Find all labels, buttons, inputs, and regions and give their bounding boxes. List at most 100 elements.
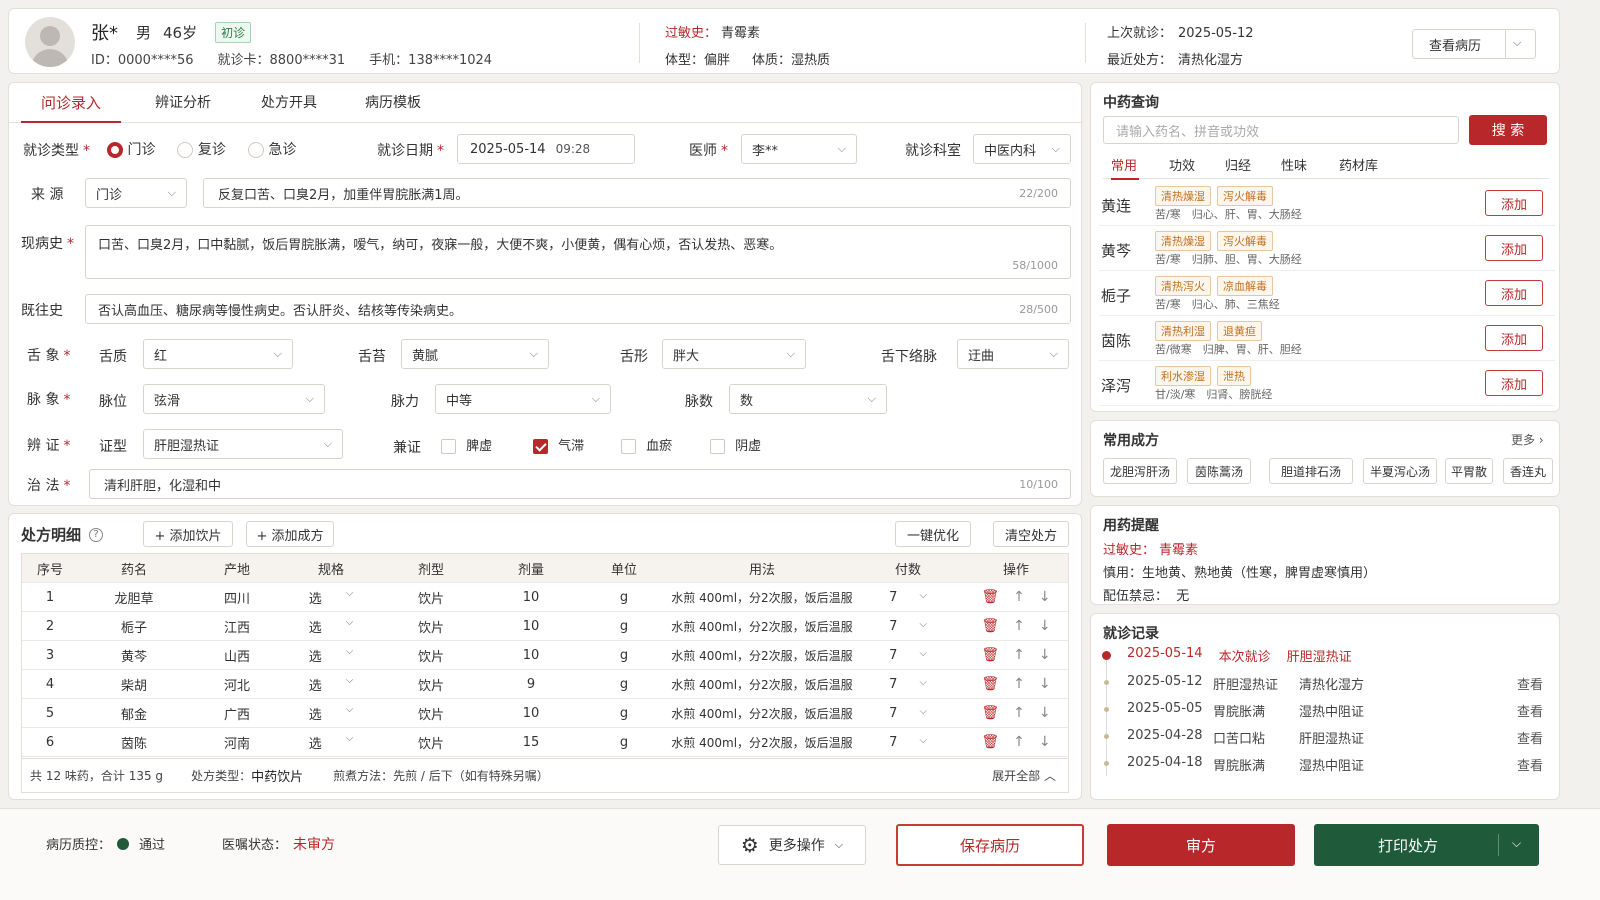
herb-tab-common[interactable]: 常用 [1111,155,1139,180]
add-piece-button[interactable]: + 添加饮片 [143,521,233,547]
trash-icon[interactable]: 🗑 [981,618,999,634]
herb-tab-library[interactable]: 药材库 [1339,155,1378,174]
formula-chip[interactable]: 龙胆泻肝汤 [1103,458,1177,484]
review-button[interactable]: 审方 [1107,824,1295,866]
trash-icon[interactable]: 🗑 [981,734,999,750]
radio-emergency[interactable]: 急诊 [247,139,296,159]
usage-input[interactable]: 水煎 400ml，分2次服，饭后温服 [670,676,854,693]
chevron-down-icon[interactable]: ⌵ [1513,36,1521,50]
arrow-down-icon[interactable]: ↓ [1039,676,1051,692]
arrow-up-icon[interactable]: ↑ [1013,676,1025,692]
count-select[interactable]: 7 ⌵ [854,590,962,605]
chief-complaint-input[interactable]: 反复口苦、口臭2月，加重伴胃脘胀满1周。 22/200 [203,178,1071,208]
count-select[interactable]: 7 ⌵ [854,735,962,750]
dept-select[interactable]: 中医内科 ⌵ [973,134,1071,164]
formula-chip[interactable]: 茵陈蒿汤 [1187,458,1251,484]
view-record-button[interactable]: 查看病历 ⌵ [1412,29,1536,59]
dose-input[interactable]: 10 [484,590,578,605]
herb-tab-property[interactable]: 性味 [1281,155,1307,174]
checkbox-qi-stagnation[interactable]: 气滞 [533,435,584,454]
chevron-down-icon[interactable]: ⌵ [1512,836,1521,851]
add-herb-button[interactable]: 添加 [1485,370,1543,396]
syndrome-type-select[interactable]: 肝胆湿热证 ⌵ [143,429,343,459]
arrow-down-icon[interactable]: ↓ [1039,647,1051,663]
dose-input[interactable]: 10 [484,706,578,721]
spec-select[interactable]: 选 ⌵ [284,646,378,665]
tongue-coat-select[interactable]: 黄腻 ⌵ [401,339,549,369]
arrow-up-icon[interactable]: ↑ [1013,705,1025,721]
optimize-button[interactable]: 一键优化 [895,521,971,547]
history-view-link[interactable]: 查看 [1517,728,1543,747]
more-actions-button[interactable]: ⚙ 更多操作 ⌵ [718,825,866,865]
herb-search-button[interactable]: 搜 索 [1469,115,1547,145]
count-select[interactable]: 7 ⌵ [854,648,962,663]
dose-input[interactable]: 9 [484,677,578,692]
history-view-link[interactable]: 查看 [1517,701,1543,720]
usage-input[interactable]: 水煎 400ml，分2次服，饭后温服 [670,618,854,635]
expand-all-link[interactable]: 展开全部 ︿ [992,767,1056,784]
help-icon[interactable]: ? [89,527,104,542]
save-record-button[interactable]: 保存病历 [896,824,1084,866]
count-select[interactable]: 7 ⌵ [854,677,962,692]
clear-rx-button[interactable]: 清空处方 [993,521,1069,547]
formula-chip[interactable]: 半夏泻心汤 [1363,458,1437,484]
add-formula-button[interactable]: + 添加成方 [246,521,334,547]
arrow-down-icon[interactable]: ↓ [1039,589,1051,605]
usage-input[interactable]: 水煎 400ml，分2次服，饭后温服 [670,734,854,751]
arrow-down-icon[interactable]: ↓ [1039,705,1051,721]
source-select[interactable]: 门诊 ⌵ [85,178,187,208]
formula-chip[interactable]: 平胃散 [1445,458,1493,484]
add-herb-button[interactable]: 添加 [1485,280,1543,306]
checkbox-yin-deficiency[interactable]: 阴虚 [710,435,761,454]
tongue-shape-select[interactable]: 胖大 ⌵ [662,339,806,369]
tab-consult[interactable]: 问诊录入 [21,83,121,123]
arrow-down-icon[interactable]: ↓ [1039,618,1051,634]
trash-icon[interactable]: 🗑 [981,589,999,605]
formulas-more-link[interactable]: 更多 › [1511,431,1544,448]
add-herb-button[interactable]: 添加 [1485,325,1543,351]
usage-input[interactable]: 水煎 400ml，分2次服，饭后温服 [670,705,854,722]
trash-icon[interactable]: 🗑 [981,647,999,663]
radio-outpatient[interactable]: 门诊 [107,139,155,159]
doctor-select[interactable]: 李** ⌵ [741,134,857,164]
herb-tab-meridian[interactable]: 归经 [1225,155,1251,174]
spec-select[interactable]: 选 ⌵ [284,733,378,752]
tab-prescription[interactable]: 处方开具 [239,83,339,123]
checkbox-spleen-deficiency[interactable]: 脾虚 [441,435,492,454]
pulse-rate-select[interactable]: 数 ⌵ [729,384,887,414]
radio-followup[interactable]: 复诊 [177,139,226,159]
arrow-down-icon[interactable]: ↓ [1039,734,1051,750]
history-view-link[interactable]: 查看 [1517,755,1543,774]
tab-template[interactable]: 病历模板 [343,83,443,123]
dose-input[interactable]: 15 [484,735,578,750]
count-select[interactable]: 7 ⌵ [854,706,962,721]
herb-search-input[interactable]: 请输入药名、拼音或功效 [1103,116,1459,144]
pulse-force-select[interactable]: 中等 ⌵ [435,384,611,414]
pulse-position-select[interactable]: 弦滑 ⌵ [143,384,325,414]
dose-input[interactable]: 10 [484,619,578,634]
past-history-input[interactable]: 否认高血压、糖尿病等慢性病史。否认肝炎、结核等传染病史。 28/500 [85,294,1071,324]
print-rx-button[interactable]: 打印处方 ⌵ [1314,824,1539,866]
add-herb-button[interactable]: 添加 [1485,190,1543,216]
sublingual-select[interactable]: 迂曲 ⌵ [957,339,1069,369]
arrow-up-icon[interactable]: ↑ [1013,734,1025,750]
visit-date-input[interactable]: 2025-05-14 09:28 [457,134,635,164]
trash-icon[interactable]: 🗑 [981,705,999,721]
arrow-up-icon[interactable]: ↑ [1013,618,1025,634]
usage-input[interactable]: 水煎 400ml，分2次服，饭后温服 [670,647,854,664]
arrow-up-icon[interactable]: ↑ [1013,589,1025,605]
formula-chip[interactable]: 香连丸 [1503,458,1553,484]
herb-tab-effect[interactable]: 功效 [1169,155,1195,174]
dose-input[interactable]: 10 [484,648,578,663]
formula-chip[interactable]: 胆道排石汤 [1269,458,1353,484]
checkbox-blood-stasis[interactable]: 血瘀 [621,435,672,454]
tab-syndrome[interactable]: 辨证分析 [133,83,233,123]
history-current[interactable]: 2025-05-14 本次就诊 肝胆湿热证 [1127,646,1352,665]
usage-input[interactable]: 水煎 400ml，分2次服，饭后温服 [670,589,854,606]
present-illness-textarea[interactable]: 口苦、口臭2月，口中黏腻，饭后胃脘胀满，嗳气，纳可，夜寐一般，大便不爽，小便黄，… [85,225,1071,279]
count-select[interactable]: 7 ⌵ [854,619,962,634]
spec-select[interactable]: 选 ⌵ [284,588,378,607]
history-view-link[interactable]: 查看 [1517,674,1543,693]
spec-select[interactable]: 选 ⌵ [284,704,378,723]
trash-icon[interactable]: 🗑 [981,676,999,692]
